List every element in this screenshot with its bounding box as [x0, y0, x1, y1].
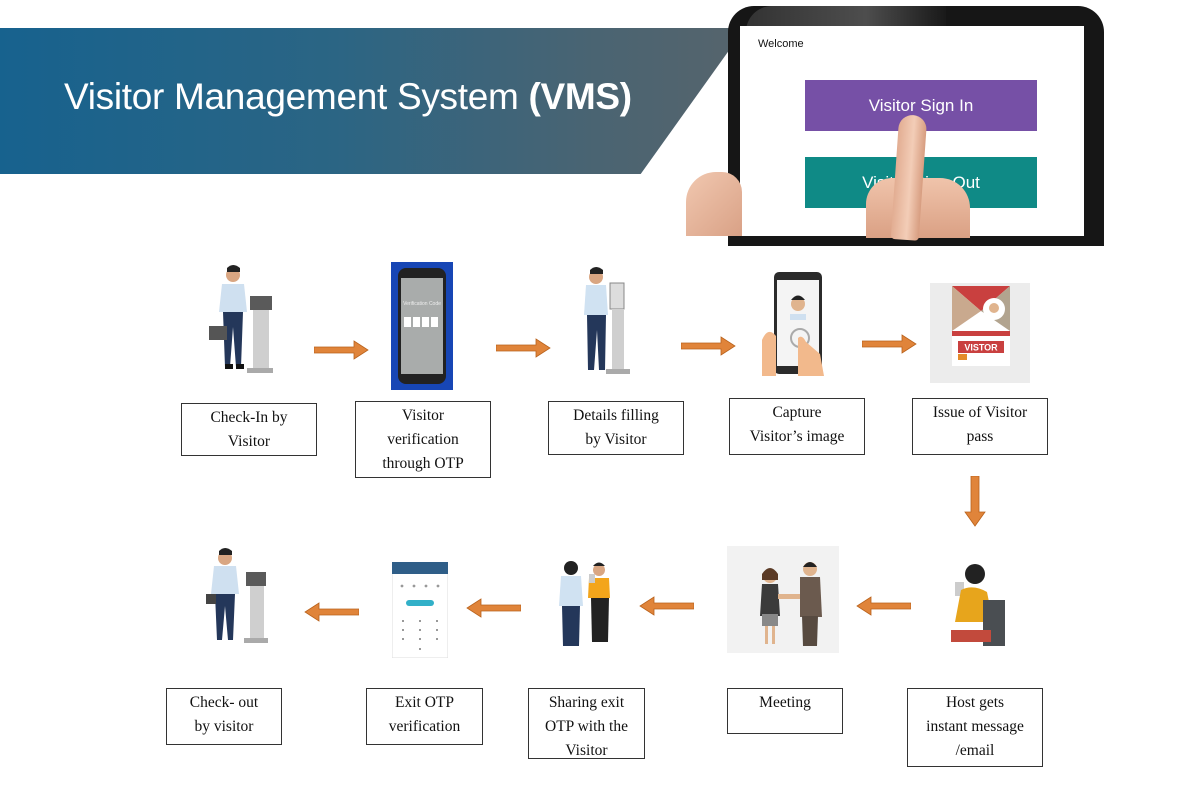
step-meeting: Meeting [727, 688, 843, 734]
flow-arrow-8-9 [466, 598, 521, 618]
title-main-text: Visitor Management System [64, 76, 529, 117]
step-share-exit-otp: Sharing exit OTP with the Visitor [528, 688, 645, 759]
flow-arrow-3-4 [681, 336, 736, 356]
step-issue-pass: Issue of Visitor pass [912, 398, 1048, 455]
svg-text:Verification Code: Verification Code [403, 301, 441, 307]
step-host-notified: Host gets instant message /email [907, 688, 1043, 767]
visitor-pass-icon: VISTOR [930, 283, 1030, 383]
step-capture-image: Capture Visitor’s image [729, 398, 865, 455]
visitor-at-kiosk-icon [209, 265, 273, 373]
page-title: Visitor Management System (VMS) [64, 76, 632, 118]
step-otp-verification: Visitor verification through OTP [355, 401, 491, 478]
host-phone-icon [951, 564, 1005, 646]
step-exit-otp-verification: Exit OTP verification [366, 688, 483, 745]
pass-label: VISTOR [964, 343, 998, 353]
flow-arrow-4-5 [862, 334, 917, 354]
phone-face-capture-icon [762, 272, 824, 376]
flow-arrow-6-7 [856, 596, 911, 616]
visitor-checkout-icon [206, 548, 268, 643]
flow-arrow-1-2 [314, 340, 369, 360]
share-otp-icon [559, 561, 610, 646]
step-check-out: Check- out by visitor [166, 688, 282, 745]
holding-hand-icon [686, 172, 742, 236]
flow-arrow-5-6 [964, 476, 986, 527]
exit-otp-screen-icon [392, 562, 448, 658]
step-details-filling: Details filling by Visitor [548, 401, 684, 455]
flow-arrow-9-10 [304, 602, 359, 622]
kiosk-form-icon [584, 267, 630, 374]
welcome-text: Welcome [758, 38, 804, 50]
step-check-in: Check-In by Visitor [181, 403, 317, 456]
flow-arrow-2-3 [496, 338, 551, 358]
title-acronym: (VMS) [528, 76, 633, 117]
flow-arrow-7-8 [639, 596, 694, 616]
handshake-icon [727, 546, 839, 653]
otp-phone-icon: Verification Code [391, 262, 453, 390]
